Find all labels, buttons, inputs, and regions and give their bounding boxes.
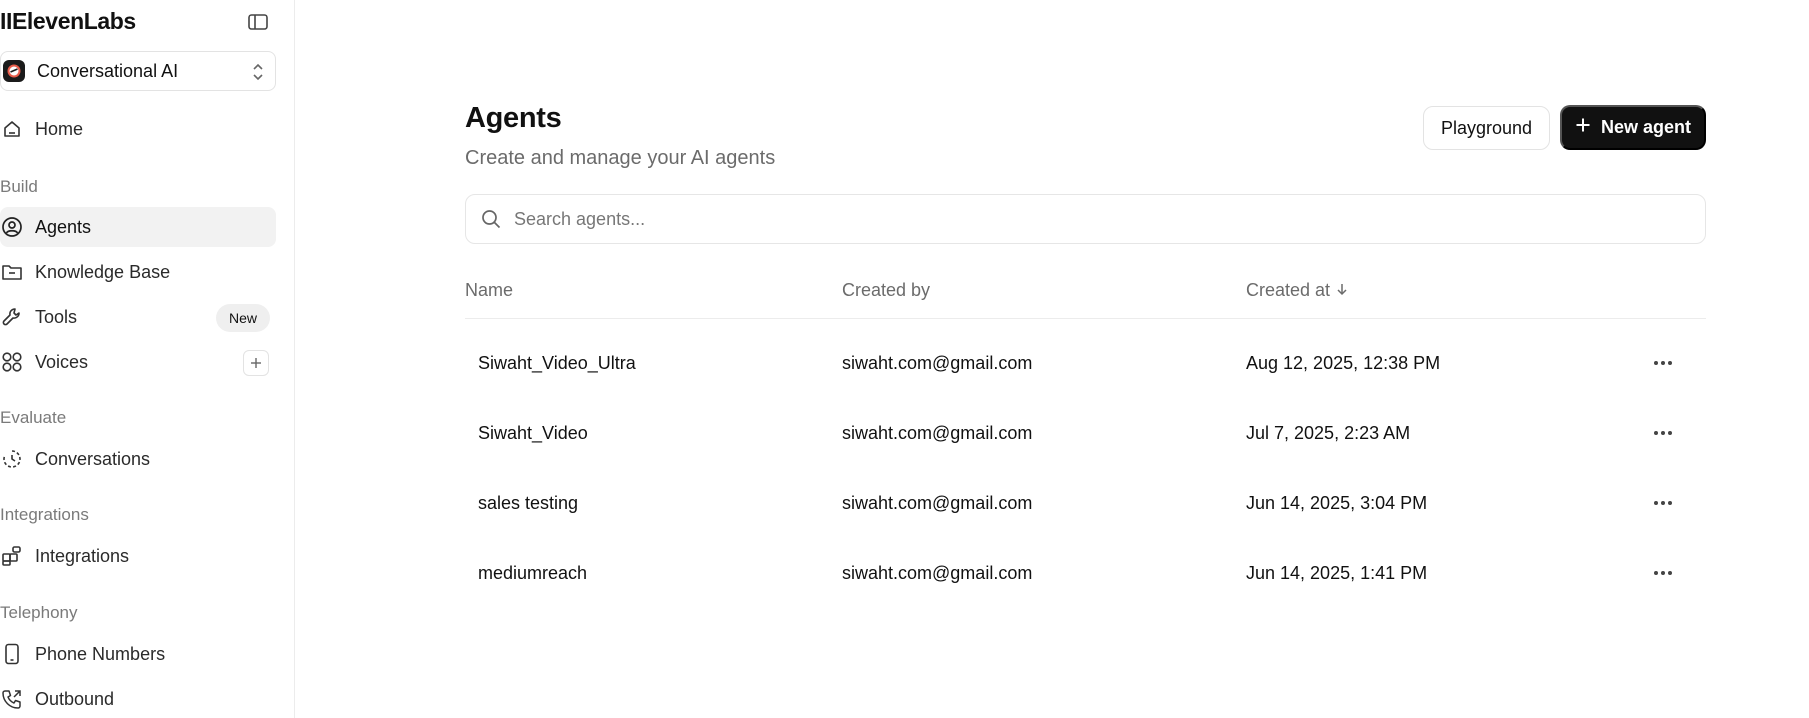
agent-created-by: siwaht.com@gmail.com (842, 422, 1033, 443)
add-voice-button[interactable] (243, 350, 269, 376)
grid-circles-icon (0, 350, 24, 374)
archive-icon (0, 260, 24, 284)
home-icon (0, 117, 24, 141)
sidebar: IIElevenLabs Conversational AI Home Buil… (0, 0, 295, 718)
playground-button[interactable]: Playground (1423, 106, 1550, 150)
more-horizontal-icon[interactable] (1650, 423, 1676, 443)
sidebar-item-tools[interactable]: Tools New (0, 297, 276, 337)
agent-name: mediumreach (478, 562, 588, 583)
user-circle-icon (0, 215, 24, 239)
sidebar-item-agents[interactable]: Agents (0, 207, 276, 247)
agent-created-by: siwaht.com@gmail.com (842, 492, 1033, 513)
agent-name: Siwaht_Video (478, 422, 588, 443)
search-input[interactable] (514, 208, 1664, 230)
column-header-label: Created at (1246, 280, 1331, 300)
plus-icon (1575, 117, 1591, 138)
section-label-telephony: Telephony (0, 603, 78, 622)
agent-created-at: Aug 12, 2025, 12:38 PM (1246, 352, 1441, 373)
sidebar-item-label: Integrations (35, 545, 130, 566)
sidebar-item-integrations[interactable]: Integrations (0, 536, 276, 576)
wrench-icon (0, 305, 24, 329)
more-horizontal-icon[interactable] (1650, 353, 1676, 373)
search-box[interactable] (465, 194, 1706, 244)
table-row[interactable]: mediumreach siwaht.com@gmail.com Jun 14,… (465, 538, 1706, 608)
page-subtitle: Create and manage your AI agents (465, 147, 776, 169)
table-header-divider (465, 318, 1706, 319)
agent-created-by: siwaht.com@gmail.com (842, 562, 1033, 583)
column-header-label: Name (465, 280, 514, 300)
column-header-name[interactable]: Name (465, 280, 513, 301)
section-label-evaluate: Evaluate (0, 408, 67, 427)
sidebar-item-voices[interactable]: Voices (0, 342, 276, 382)
table-row[interactable]: Siwaht_Video siwaht.com@gmail.com Jul 7,… (465, 398, 1706, 468)
history-icon (0, 447, 24, 471)
new-agent-label: New agent (1600, 117, 1692, 137)
sidebar-item-conversations[interactable]: Conversations (0, 439, 276, 479)
phone-outgoing-icon (0, 687, 24, 711)
workspace-switcher[interactable]: Conversational AI (0, 51, 276, 91)
column-header-created-by[interactable]: Created by (842, 280, 930, 301)
table-row[interactable]: sales testing siwaht.com@gmail.com Jun 1… (465, 468, 1706, 538)
sidebar-item-outbound[interactable]: Outbound (0, 679, 276, 718)
sidebar-item-label: Outbound (35, 688, 115, 709)
sidebar-collapse-icon[interactable] (246, 12, 270, 32)
sidebar-item-knowledge-base[interactable]: Knowledge Base (0, 252, 276, 292)
sidebar-item-label: Tools (35, 306, 78, 327)
section-label-integrations: Integrations (0, 505, 89, 524)
sidebar-item-label: Voices (35, 351, 89, 372)
phone-device-icon (0, 642, 24, 666)
new-agent-button[interactable]: New agent (1560, 105, 1706, 150)
agent-created-by: siwaht.com@gmail.com (842, 352, 1033, 373)
search-icon (480, 208, 502, 230)
chevron-up-down-icon (251, 62, 265, 87)
page-title: Agents (465, 102, 562, 134)
column-header-created-at[interactable]: Created at (1246, 280, 1348, 301)
sidebar-item-label: Phone Numbers (35, 643, 166, 664)
sidebar-item-label: Agents (35, 216, 92, 237)
elevenlabs-logo[interactable]: IIElevenLabs (0, 8, 136, 35)
workspace-logo-icon (3, 60, 25, 82)
column-header-label: Created by (842, 280, 931, 300)
more-horizontal-icon[interactable] (1650, 563, 1676, 583)
sidebar-item-label: Conversations (35, 448, 151, 469)
section-label-build: Build (0, 177, 38, 196)
agent-created-at: Jun 14, 2025, 1:41 PM (1246, 562, 1428, 583)
agent-name: sales testing (478, 492, 579, 513)
sidebar-item-phone-numbers[interactable]: Phone Numbers (0, 634, 276, 674)
agent-name: Siwaht_Video_Ultra (478, 352, 636, 373)
sidebar-item-home[interactable]: Home (0, 109, 276, 149)
sidebar-item-label: Knowledge Base (35, 261, 171, 282)
more-horizontal-icon[interactable] (1650, 493, 1676, 513)
agent-created-at: Jul 7, 2025, 2:23 AM (1246, 422, 1411, 443)
blocks-icon (0, 544, 24, 568)
agent-created-at: Jun 14, 2025, 3:04 PM (1246, 492, 1428, 513)
table-row[interactable]: Siwaht_Video_Ultra siwaht.com@gmail.com … (465, 328, 1706, 398)
arrow-down-icon (1336, 280, 1348, 301)
sidebar-item-label: Home (35, 118, 84, 139)
workspace-label: Conversational AI (37, 60, 179, 81)
new-badge: New (215, 304, 270, 332)
